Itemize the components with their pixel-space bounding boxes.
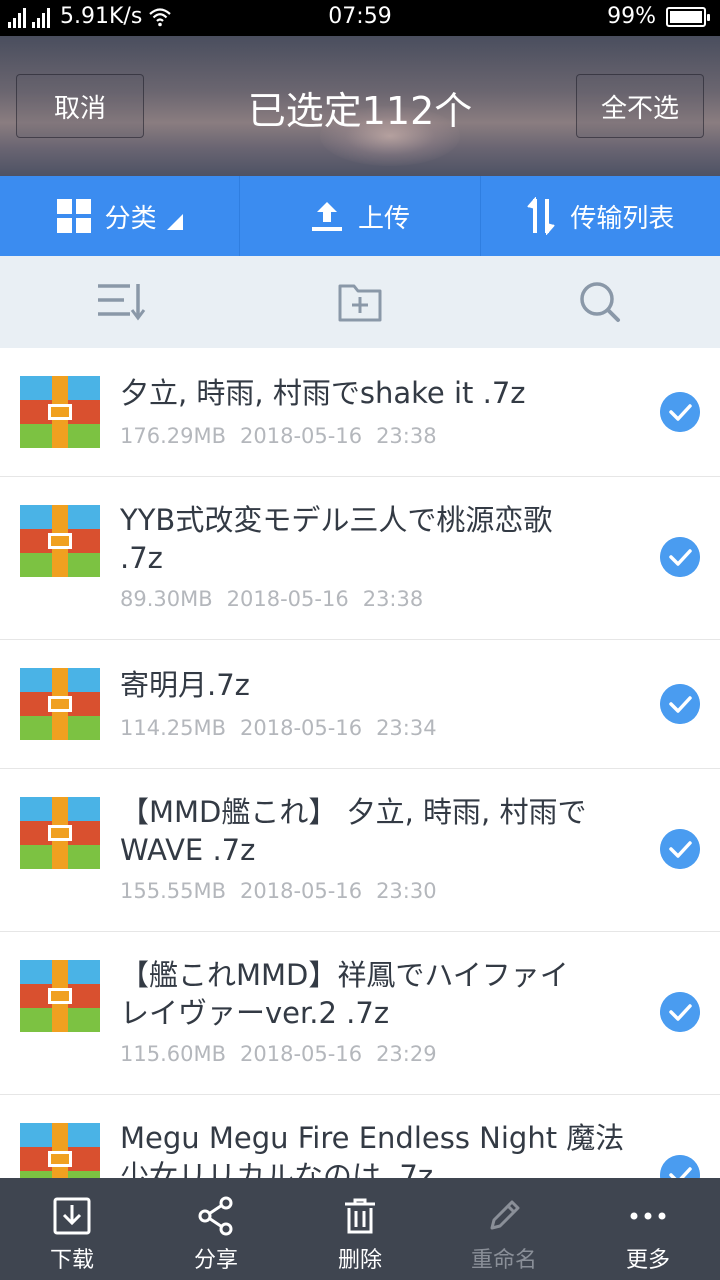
file-meta: 176.29MB 2018-05-16 23:38 <box>120 424 437 448</box>
upload-icon <box>311 202 342 231</box>
file-date: 2018-05-16 <box>240 1042 363 1066</box>
file-name: Megu Megu Fire Endless Night 魔法少女リリカルなのは… <box>120 1119 640 1178</box>
selected-check-icon[interactable] <box>660 392 700 432</box>
file-meta: 89.30MB 2018-05-16 23:38 <box>120 587 423 611</box>
delete-label: 删除 <box>337 1248 382 1273</box>
more-dots-icon <box>630 1212 666 1220</box>
file-row[interactable]: 【艦これMMD】祥鳳でハイファイ レイヴァーver.2 .7z 115.60MB 20… <box>0 932 720 1095</box>
delete-button[interactable]: 删除 <box>288 1178 432 1280</box>
selection-count-title: 已选定112个 <box>247 89 473 133</box>
file-date: 2018-05-16 <box>240 879 363 903</box>
file-size: 89.30MB <box>120 587 213 611</box>
rename-label: 重命名 <box>470 1248 537 1273</box>
archive-file-icon <box>20 505 100 577</box>
action-bar <box>0 256 720 348</box>
status-right: 99% <box>607 4 710 29</box>
file-name: YYB式改変モデル三人で桃源恋歌 .7z <box>120 501 640 577</box>
file-name-line: WAVE .7z <box>120 833 256 867</box>
trash-icon <box>345 1198 375 1234</box>
file-meta: 114.25MB 2018-05-16 23:34 <box>120 716 437 740</box>
new-folder-icon[interactable] <box>336 280 386 324</box>
share-icon <box>198 1196 233 1236</box>
category-button[interactable]: 分类 <box>0 176 241 256</box>
selected-check-icon[interactable] <box>660 992 700 1032</box>
file-name-line: 【MMD艦これ】 夕立, 時雨, 村雨で <box>120 795 587 829</box>
archive-file-icon <box>20 376 100 448</box>
transfer-arrows-icon <box>527 197 556 235</box>
file-list: 夕立, 時雨, 村雨でshake it .7z 176.29MB 2018-05-1… <box>0 348 720 1178</box>
download-button[interactable]: 下载 <box>0 1178 144 1280</box>
cancel-button[interactable]: 取消 <box>16 74 144 138</box>
file-time: 23:29 <box>376 1042 437 1066</box>
file-size: 115.60MB <box>120 1042 227 1066</box>
selected-check-icon[interactable] <box>660 684 700 724</box>
download-label: 下载 <box>49 1248 94 1273</box>
file-date: 2018-05-16 <box>226 587 349 611</box>
battery-icon <box>666 6 710 27</box>
file-size: 114.25MB <box>120 716 227 740</box>
pencil-icon <box>490 1200 520 1230</box>
search-icon[interactable] <box>576 280 626 324</box>
file-name-line: Megu Megu Fire Endless Night 魔法 <box>120 1121 625 1155</box>
selected-check-icon[interactable] <box>660 829 700 869</box>
archive-file-icon <box>20 960 100 1032</box>
transfer-list-label: 传输列表 <box>570 203 675 234</box>
file-size: 155.55MB <box>120 879 227 903</box>
status-bar: 5.91K/s 07:59 99% <box>0 0 720 36</box>
file-name: 【艦これMMD】祥鳳でハイファイ レイヴァーver.2 .7z <box>120 956 640 1032</box>
more-label: 更多 <box>625 1248 670 1273</box>
file-date: 2018-05-16 <box>240 424 363 448</box>
file-name-line: 少女リリカルなのは .7z <box>120 1159 434 1178</box>
upload-label: 上传 <box>357 203 410 234</box>
selection-header: 取消 已选定112个 全不选 <box>0 36 720 176</box>
share-label: 分享 <box>193 1248 238 1273</box>
grid-icon <box>56 199 91 233</box>
file-row[interactable]: 【MMD艦これ】 夕立, 時雨, 村雨で WAVE .7z 155.55MB 2018… <box>0 769 720 932</box>
more-button[interactable]: 更多 <box>576 1178 720 1280</box>
share-button[interactable]: 分享 <box>144 1178 288 1280</box>
file-name-line: 【艦これMMD】祥鳳でハイファイ <box>120 958 569 992</box>
file-meta: 115.60MB 2018-05-16 23:29 <box>120 1042 437 1066</box>
file-time: 23:38 <box>376 424 437 448</box>
file-time: 23:34 <box>376 716 437 740</box>
file-meta: 155.55MB 2018-05-16 23:30 <box>120 879 437 903</box>
file-time: 23:38 <box>362 587 424 611</box>
archive-file-icon <box>20 1123 100 1178</box>
file-date: 2018-05-16 <box>240 716 363 740</box>
file-name-line: 夕立, 時雨, 村雨でshake it .7z <box>120 376 526 410</box>
file-row[interactable]: Megu Megu Fire Endless Night 魔法少女リリカルなのは… <box>0 1095 720 1178</box>
file-row[interactable]: YYB式改変モデル三人で桃源恋歌 .7z 89.30MB 2018-05-16 23:3… <box>0 477 720 640</box>
selected-check-icon[interactable] <box>660 1155 700 1178</box>
sort-icon[interactable] <box>96 280 146 324</box>
dropdown-triangle-icon <box>166 214 183 230</box>
file-name-line: YYB式改変モデル三人で桃源恋歌 <box>120 503 553 537</box>
file-name-line: レイヴァーver.2 .7z <box>120 996 390 1030</box>
main-toolbar: 分类 上传 传输列表 <box>0 176 720 256</box>
download-icon <box>53 1197 91 1235</box>
battery-percent: 99% <box>607 4 656 29</box>
selected-check-icon[interactable] <box>660 537 700 577</box>
transfer-list-button[interactable]: 传输列表 <box>481 176 720 256</box>
archive-file-icon <box>20 668 100 740</box>
bottom-action-bar: 下载 分享 删除 重命名 更多 <box>0 1178 720 1280</box>
file-row[interactable]: 寄明月.7z 114.25MB 2018-05-16 23:34 <box>0 640 720 769</box>
deselect-all-button[interactable]: 全不选 <box>576 74 704 138</box>
file-name: 【MMD艦これ】 夕立, 時雨, 村雨で WAVE .7z <box>120 793 640 869</box>
file-name: 寄明月.7z <box>120 666 640 704</box>
file-name-line: 寄明月.7z <box>120 668 250 702</box>
file-size: 176.29MB <box>120 424 227 448</box>
category-label: 分类 <box>104 203 157 234</box>
file-row[interactable]: 夕立, 時雨, 村雨でshake it .7z 176.29MB 2018-05-1… <box>0 348 720 477</box>
file-name: 夕立, 時雨, 村雨でshake it .7z <box>120 374 640 412</box>
rename-button[interactable]: 重命名 <box>432 1178 576 1280</box>
file-time: 23:30 <box>376 879 437 903</box>
upload-button[interactable]: 上传 <box>240 176 481 256</box>
archive-file-icon <box>20 797 100 869</box>
file-name-line: .7z <box>120 541 163 575</box>
